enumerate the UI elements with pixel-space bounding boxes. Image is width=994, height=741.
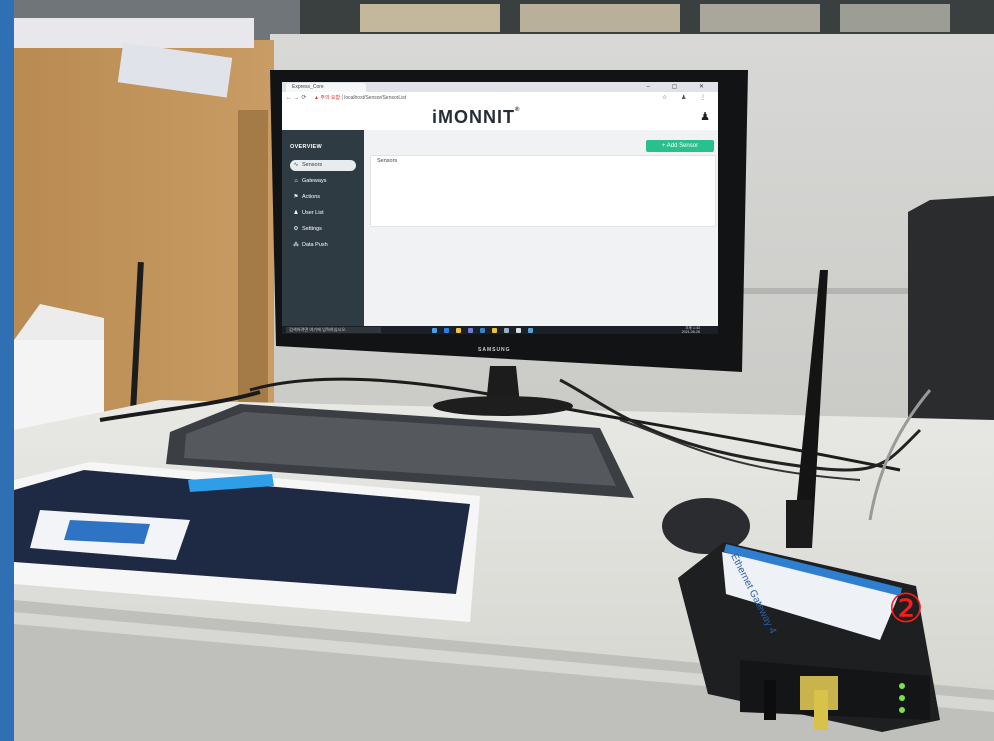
chrome-icon[interactable] bbox=[492, 327, 497, 333]
sidebar-item-label: Data Push bbox=[302, 242, 328, 248]
sidebar-item-label: Actions bbox=[302, 194, 321, 200]
mail-icon[interactable] bbox=[480, 327, 485, 333]
app-icon[interactable] bbox=[516, 327, 521, 333]
address-bar[interactable]: ▲ 주의 요함 | localhost/Sensor/SensorList bbox=[314, 94, 674, 102]
sidebar-item-user-list[interactable]: ♟ User List bbox=[290, 208, 356, 219]
clock-date: 2021-05-26 bbox=[681, 330, 700, 334]
security-warning[interactable]: ▲ 주의 요함 bbox=[314, 95, 340, 101]
sidebar-item-label: User List bbox=[302, 210, 324, 216]
add-sensor-button[interactable]: + Add Sensor bbox=[646, 140, 714, 152]
sidebar-title: OVERVIEW bbox=[290, 144, 322, 150]
task-view-icon[interactable] bbox=[432, 327, 437, 333]
sidebar-item-label: Gateways bbox=[302, 178, 327, 184]
sidebar-item-label: Settings bbox=[302, 226, 322, 232]
app-icon[interactable] bbox=[504, 327, 509, 333]
actions-icon: ⚑ bbox=[293, 194, 299, 200]
sidebar-item-label: Sensors bbox=[302, 162, 323, 168]
sidebar-item-settings[interactable]: ⚙ Settings bbox=[290, 224, 356, 235]
taskbar-search[interactable]: 검색하려면 여기에 입력하십시오. bbox=[286, 327, 381, 333]
users-icon: ♟ bbox=[293, 210, 299, 216]
main-content: + Add Sensor Sensors bbox=[364, 130, 718, 326]
browser-toolbar-icons[interactable]: ☆ ♟ ⋮ bbox=[662, 92, 712, 104]
gear-icon: ⚙ bbox=[293, 226, 299, 232]
left-edge-strip bbox=[0, 0, 14, 741]
sidebar: OVERVIEW ∿ Sensors ⌂ Gateways ⚑ Actions ♟ Us… bbox=[282, 130, 364, 326]
url-text: localhost/Sensor/SensorList bbox=[344, 95, 407, 101]
edge-icon[interactable] bbox=[444, 327, 449, 333]
app-header: iMONNIT® ♟ bbox=[282, 104, 718, 130]
sidebar-item-gateways[interactable]: ⌂ Gateways bbox=[290, 176, 356, 187]
sensor-pulse-icon: ∿ bbox=[293, 162, 299, 168]
monitor-brand: SAMSUNG bbox=[478, 347, 511, 353]
gateway-icon: ⌂ bbox=[294, 178, 298, 184]
sensors-panel-title: Sensors bbox=[377, 158, 398, 164]
tab-title: Express_Core bbox=[292, 84, 324, 90]
logo-text: MONNIT bbox=[438, 107, 516, 127]
logo-registered-mark: ® bbox=[515, 107, 521, 113]
window-controls[interactable]: – ▢ ✕ bbox=[647, 82, 714, 92]
annotation-number: ② bbox=[888, 586, 924, 632]
monitor-screen: Express_Core – ▢ ✕ ← → ⟳ ▲ 주의 요함 | local… bbox=[282, 82, 718, 334]
windows-taskbar: 검색하려면 여기에 입력하십시오. 오후 1:43 2021-05-26 bbox=[282, 326, 718, 334]
sidebar-item-actions[interactable]: ⚑ Actions bbox=[290, 192, 356, 203]
taskbar-clock[interactable]: 오후 1:43 2021-05-26 bbox=[682, 326, 700, 334]
app-icon[interactable] bbox=[528, 327, 533, 333]
sensors-panel: Sensors bbox=[370, 155, 716, 227]
network-icon: ⁂ bbox=[293, 242, 299, 248]
sidebar-item-sensors[interactable]: ∿ Sensors bbox=[290, 160, 356, 171]
person-icon[interactable]: ♟ bbox=[700, 110, 710, 123]
browser-tab-strip: Express_Core – ▢ ✕ bbox=[282, 82, 718, 92]
folder-icon[interactable] bbox=[456, 327, 461, 333]
monnit-logo[interactable]: iMONNIT® bbox=[432, 107, 520, 128]
browser-tab[interactable]: Express_Core bbox=[286, 83, 366, 92]
sidebar-item-data-push[interactable]: ⁂ Data Push bbox=[290, 240, 356, 251]
nav-buttons[interactable]: ← → ⟳ bbox=[286, 92, 306, 104]
photo-scene: Express_Core – ▢ ✕ ← → ⟳ ▲ 주의 요함 | local… bbox=[0, 0, 994, 741]
store-icon[interactable] bbox=[468, 327, 473, 333]
